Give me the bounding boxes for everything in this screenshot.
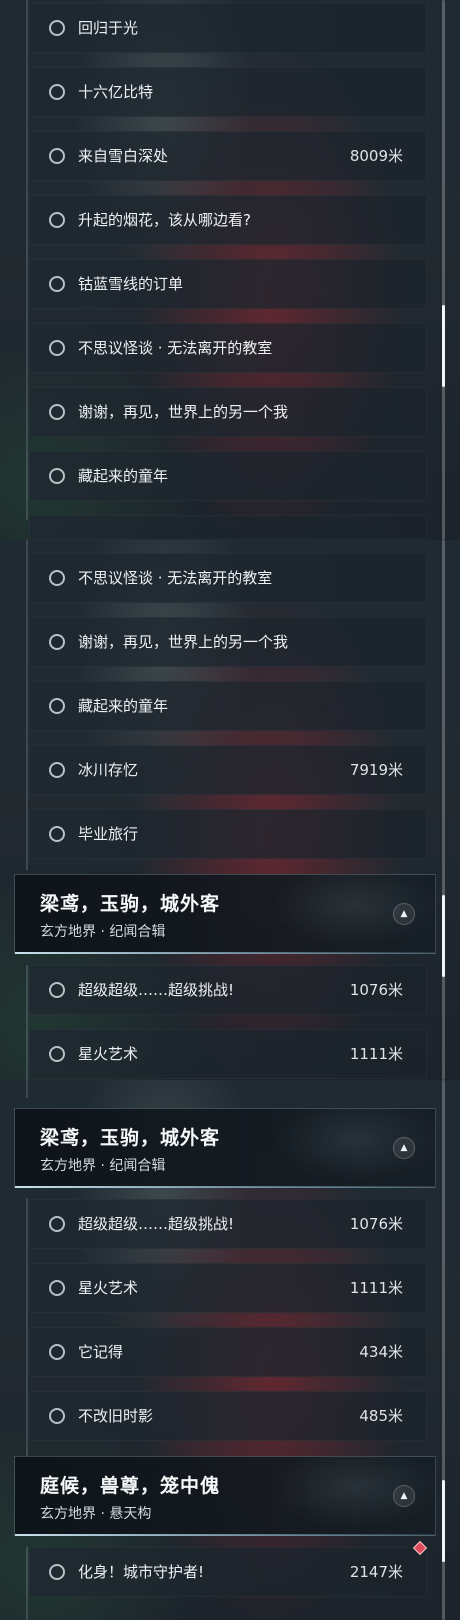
status-circle-icon (49, 1280, 65, 1296)
quest-title: 星火艺术 (78, 1279, 139, 1297)
status-circle-icon (49, 212, 65, 228)
quest-item[interactable]: 超级超级……超级挑战! 1076米 (29, 965, 427, 1015)
quest-title: 超级超级……超级挑战! (78, 981, 235, 999)
scrollbar-thumb[interactable] (442, 305, 445, 387)
quest-title: 超级超级……超级挑战! (78, 1215, 235, 1233)
quest-item[interactable]: 十六亿比特 (29, 67, 427, 117)
scrollbar-thumb[interactable] (442, 895, 445, 977)
status-circle-icon (49, 634, 65, 650)
quest-item[interactable]: 钴蓝雪线的订单 (29, 259, 427, 309)
quest-item[interactable]: 来自雪白深处 8009米 (29, 131, 427, 181)
quest-item[interactable]: 不改旧时影 485米 (29, 1391, 427, 1441)
quest-group-header[interactable]: 梁鸢，玉驹，城外客 玄方地界 · 纪闻合辑 ▲ (14, 1108, 436, 1188)
quest-item[interactable]: 毕业旅行 (29, 809, 427, 859)
quest-distance: 8009米 (349, 147, 403, 165)
group-subtitle: 玄方地界 · 纪闻合辑 (40, 1158, 166, 1174)
quest-title: 回归于光 (78, 19, 139, 37)
quest-distance: 485米 (359, 1407, 403, 1425)
quest-title: 它记得 (78, 1343, 124, 1361)
quest-distance: 434米 (359, 1343, 403, 1361)
quest-title: 冰川存忆 (78, 761, 139, 779)
quest-item[interactable]: 谢谢，再见，世界上的另一个我 (29, 387, 427, 437)
group-title: 梁鸢，玉驹，城外客 (40, 1127, 221, 1149)
status-circle-icon (49, 340, 65, 356)
quest-item[interactable]: 星火艺术 1111米 (29, 1263, 427, 1313)
list-track-line (26, 540, 28, 870)
list-track-line (26, 1547, 28, 1620)
quest-title: 星火艺术 (78, 1045, 139, 1063)
quest-item[interactable]: 冰川存忆 7919米 (29, 745, 427, 795)
status-circle-icon (49, 276, 65, 292)
quest-title: 不思议怪谈 · 无法离开的教室 (78, 339, 273, 357)
quest-title: 升起的烟花，该从哪边看? (78, 211, 251, 229)
header-underline (15, 1186, 435, 1188)
quest-distance: 2147米 (349, 1563, 403, 1581)
quest-item[interactable]: 回归于光 (29, 3, 427, 53)
quest-item[interactable]: 不思议怪谈 · 无法离开的教室 (29, 323, 427, 373)
quest-title: 谢谢，再见，世界上的另一个我 (78, 403, 289, 421)
status-circle-icon (49, 148, 65, 164)
quest-title: 十六亿比特 (78, 83, 154, 101)
quest-distance: 1111米 (349, 1045, 403, 1063)
list-track-line (26, 965, 28, 1080)
quest-item[interactable]: 不思议怪谈 · 无法离开的教室 (29, 553, 427, 603)
status-circle-icon (49, 982, 65, 998)
status-circle-icon (49, 404, 65, 420)
scrollbar-thumb[interactable] (442, 1480, 445, 1562)
list-track-line (26, 0, 28, 520)
list-track-line (26, 1080, 28, 1098)
quest-group-header[interactable]: 庭候，兽尊，笼中傀 玄方地界 · 悬天构 ▲ (14, 1456, 436, 1536)
header-underline (15, 952, 435, 954)
quest-title: 藏起来的童年 (78, 697, 169, 715)
quest-item[interactable]: 超级超级……超级挑战! 1076米 (29, 1199, 427, 1249)
chevron-up-icon[interactable]: ▲ (393, 1485, 415, 1507)
status-circle-icon (49, 1344, 65, 1360)
quest-title: 不思议怪谈 · 无法离开的教室 (78, 569, 273, 587)
status-circle-icon (49, 1216, 65, 1232)
group-title: 庭候，兽尊，笼中傀 (40, 1475, 221, 1497)
quest-title: 来自雪白深处 (78, 147, 169, 165)
quest-item-partial[interactable] (29, 515, 427, 540)
quest-list-panel: 回归于光 十六亿比特 来自雪白深处 8009米 升起的烟花，该从哪边看? 钴蓝雪… (0, 0, 460, 540)
quest-title: 藏起来的童年 (78, 467, 169, 485)
status-circle-icon (49, 20, 65, 36)
group-subtitle: 玄方地界 · 纪闻合辑 (40, 924, 166, 940)
quest-distance: 1076米 (349, 1215, 403, 1233)
quest-list-panel: 梁鸢，玉驹，城外客 玄方地界 · 纪闻合辑 ▲ 超级超级……超级挑战! 1076… (0, 1080, 460, 1620)
quest-group-header[interactable]: 梁鸢，玉驹，城外客 玄方地界 · 纪闻合辑 ▲ (14, 874, 436, 954)
quest-item[interactable]: 它记得 434米 (29, 1327, 427, 1377)
scrollbar[interactable] (442, 1080, 445, 1620)
quest-item[interactable]: 升起的烟花，该从哪边看? (29, 195, 427, 245)
status-circle-icon (49, 570, 65, 586)
status-circle-icon (49, 1046, 65, 1062)
group-subtitle: 玄方地界 · 悬天构 (40, 1506, 152, 1522)
chevron-up-icon[interactable]: ▲ (393, 903, 415, 925)
status-circle-icon (49, 1408, 65, 1424)
status-circle-icon (49, 698, 65, 714)
quest-item[interactable]: 化身！城市守护者! 2147米 (29, 1547, 427, 1597)
quest-title: 钴蓝雪线的订单 (78, 275, 184, 293)
group-title: 梁鸢，玉驹，城外客 (40, 893, 221, 915)
quest-distance: 7919米 (349, 761, 403, 779)
quest-list-panel: 不思议怪谈 · 无法离开的教室 谢谢，再见，世界上的另一个我 藏起来的童年 冰川… (0, 540, 460, 1080)
quest-title: 不改旧时影 (78, 1407, 154, 1425)
status-circle-icon (49, 468, 65, 484)
quest-distance: 1111米 (349, 1279, 403, 1297)
scrollbar[interactable] (442, 540, 445, 1080)
scrollbar[interactable] (442, 0, 445, 540)
header-underline (15, 1534, 435, 1536)
status-circle-icon (49, 84, 65, 100)
quest-title: 谢谢，再见，世界上的另一个我 (78, 633, 289, 651)
chevron-up-icon[interactable]: ▲ (393, 1137, 415, 1159)
quest-item[interactable]: 谢谢，再见，世界上的另一个我 (29, 617, 427, 667)
quest-title: 毕业旅行 (78, 825, 139, 843)
quest-distance: 1076米 (349, 981, 403, 999)
quest-title: 化身！城市守护者! (78, 1563, 205, 1581)
quest-item[interactable]: 藏起来的童年 (29, 681, 427, 731)
status-circle-icon (49, 1564, 65, 1580)
status-circle-icon (49, 762, 65, 778)
quest-item[interactable]: 藏起来的童年 (29, 451, 427, 501)
status-circle-icon (49, 826, 65, 842)
quest-item[interactable]: 星火艺术 1111米 (29, 1029, 427, 1079)
